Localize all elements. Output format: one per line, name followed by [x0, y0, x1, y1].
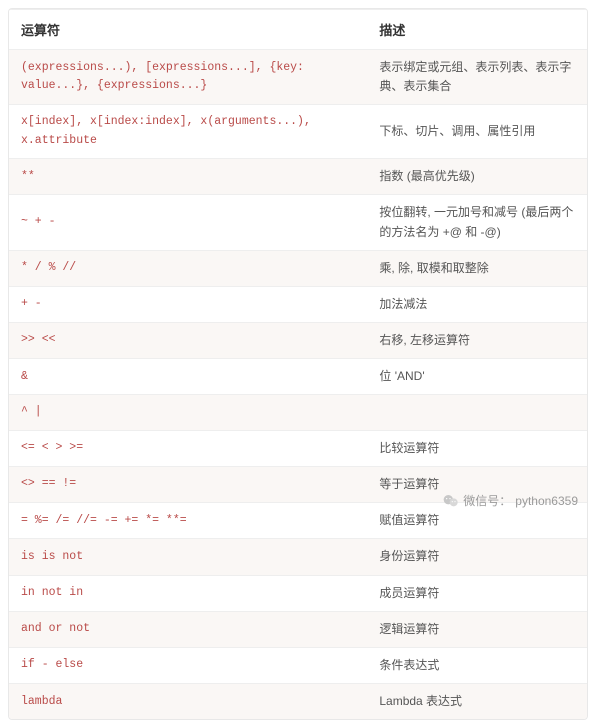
table-row: * / % //乘, 除, 取模和取整除	[9, 250, 587, 286]
cell-operator: &	[9, 359, 367, 395]
table-row: ~ + -按位翻转, 一元加号和减号 (最后两个的方法名为 +@ 和 -@)	[9, 195, 587, 250]
cell-description: 赋值运算符	[367, 503, 587, 539]
cell-description: 下标、切片、调用、属性引用	[367, 105, 587, 159]
table-row: in not in成员运算符	[9, 575, 587, 611]
cell-operator: x[index], x[index:index], x(arguments...…	[9, 105, 367, 159]
operator-table-container: 运算符 描述 (expressions...), [expressions...…	[8, 8, 588, 720]
table-row: if - else条件表达式	[9, 647, 587, 683]
cell-operator: ~ + -	[9, 195, 367, 250]
cell-operator: (expressions...), [expressions...], {key…	[9, 50, 367, 105]
cell-description: 乘, 除, 取模和取整除	[367, 250, 587, 286]
cell-operator: >> <<	[9, 323, 367, 359]
cell-description: 表示绑定或元组、表示列表、表示字典、表示集合	[367, 50, 587, 105]
table-row: and or not逻辑运算符	[9, 611, 587, 647]
table-row: <> == !=等于运算符	[9, 467, 587, 503]
cell-operator: ^ |	[9, 395, 367, 430]
table-row: >> <<右移, 左移运算符	[9, 323, 587, 359]
header-operator: 运算符	[9, 10, 367, 50]
cell-operator: lambda	[9, 684, 367, 720]
table-row: + -加法减法	[9, 286, 587, 322]
cell-operator: and or not	[9, 611, 367, 647]
cell-operator: + -	[9, 286, 367, 322]
table-row: lambdaLambda 表达式	[9, 684, 587, 720]
cell-description: 等于运算符	[367, 467, 587, 503]
cell-operator: in not in	[9, 575, 367, 611]
table-row: ^ |	[9, 395, 587, 430]
table-row: &位 'AND'	[9, 359, 587, 395]
table-row: = %= /= //= -= += *= **=赋值运算符	[9, 503, 587, 539]
cell-description: 右移, 左移运算符	[367, 323, 587, 359]
cell-operator: **	[9, 159, 367, 195]
cell-operator: if - else	[9, 647, 367, 683]
cell-operator: is is not	[9, 539, 367, 575]
cell-description	[367, 395, 587, 430]
cell-operator: = %= /= //= -= += *= **=	[9, 503, 367, 539]
cell-description: 条件表达式	[367, 647, 587, 683]
table-row: is is not身份运算符	[9, 539, 587, 575]
table-body: (expressions...), [expressions...], {key…	[9, 50, 587, 720]
cell-description: 逻辑运算符	[367, 611, 587, 647]
cell-operator: <= < > >=	[9, 430, 367, 466]
cell-description: 位 'AND'	[367, 359, 587, 395]
table-row: (expressions...), [expressions...], {key…	[9, 50, 587, 105]
cell-description: 指数 (最高优先级)	[367, 159, 587, 195]
table-header: 运算符 描述	[9, 10, 587, 50]
table-row: <= < > >=比较运算符	[9, 430, 587, 466]
table-row: **指数 (最高优先级)	[9, 159, 587, 195]
cell-description: 成员运算符	[367, 575, 587, 611]
cell-operator: * / % //	[9, 250, 367, 286]
cell-description: 身份运算符	[367, 539, 587, 575]
cell-description: 加法减法	[367, 286, 587, 322]
table-row: x[index], x[index:index], x(arguments...…	[9, 105, 587, 159]
header-description: 描述	[367, 10, 587, 50]
cell-description: 比较运算符	[367, 430, 587, 466]
operator-table: 运算符 描述 (expressions...), [expressions...…	[9, 9, 587, 719]
cell-description: Lambda 表达式	[367, 684, 587, 720]
cell-operator: <> == !=	[9, 467, 367, 503]
cell-description: 按位翻转, 一元加号和减号 (最后两个的方法名为 +@ 和 -@)	[367, 195, 587, 250]
